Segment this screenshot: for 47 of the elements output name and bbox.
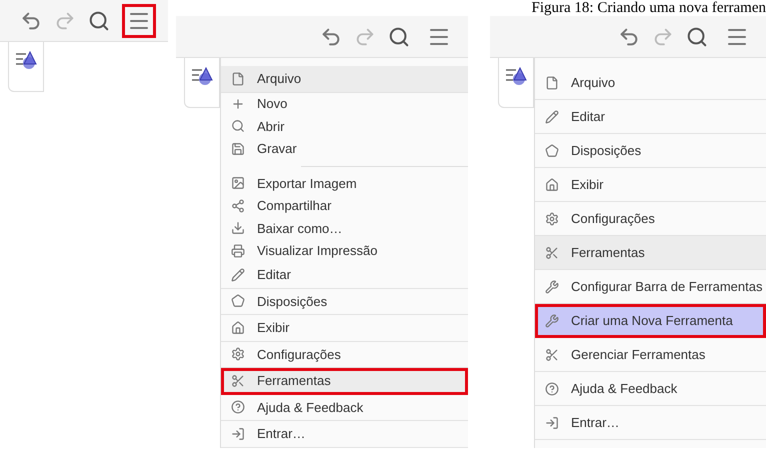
algebra-view-icon <box>15 50 37 70</box>
menu-item[interactable]: Ferramentas <box>221 368 468 394</box>
search-icon[interactable] <box>88 10 110 32</box>
pentagon-icon <box>545 144 559 158</box>
menu-item[interactable]: Criar uma Nova Ferramenta <box>535 304 766 338</box>
menu-item[interactable]: Configurações <box>221 342 468 368</box>
menu-item[interactable]: Arquivo <box>221 66 468 92</box>
login-icon <box>231 426 245 441</box>
wrench-icon <box>545 314 559 328</box>
settings-icon <box>545 212 559 226</box>
menu-item[interactable]: Ferramentas <box>535 236 766 270</box>
save-icon <box>231 142 245 156</box>
plus-icon <box>231 96 245 111</box>
download-icon <box>231 221 245 236</box>
login-icon <box>545 416 559 430</box>
undo-icon[interactable] <box>618 26 640 48</box>
menu-item[interactable]: Disposições <box>221 288 468 315</box>
menu-item[interactable]: Ajuda & Feedback <box>221 394 468 421</box>
algebra-tab[interactable] <box>498 58 534 108</box>
share-icon <box>231 198 245 213</box>
settings-icon <box>231 347 245 362</box>
pencil-icon <box>545 110 559 124</box>
scissors-icon <box>231 374 245 388</box>
help-icon <box>231 400 245 414</box>
home-icon <box>545 178 559 192</box>
file-icon <box>231 72 245 86</box>
search-icon[interactable] <box>686 26 708 48</box>
scissors-icon <box>545 246 559 260</box>
algebra-tab[interactable] <box>8 42 44 92</box>
printer-icon <box>231 244 245 258</box>
algebra-view-icon <box>191 66 213 86</box>
help-icon <box>545 382 559 396</box>
pentagon-icon <box>231 294 245 308</box>
undo-icon[interactable] <box>20 10 42 32</box>
scissors-icon <box>545 348 559 362</box>
pencil-icon <box>231 268 245 282</box>
algebra-view-icon <box>505 66 527 86</box>
algebra-tab[interactable] <box>184 58 220 108</box>
file-icon <box>545 76 559 90</box>
image-icon <box>231 176 245 190</box>
search-icon[interactable] <box>388 26 410 48</box>
search-icon <box>231 119 245 134</box>
home-icon <box>231 320 245 335</box>
figure-caption: Figura 18: Criando uma nova ferramen <box>531 0 766 16</box>
undo-icon[interactable] <box>320 26 342 48</box>
wrench-icon <box>545 280 559 294</box>
menu-button[interactable] <box>122 4 156 38</box>
